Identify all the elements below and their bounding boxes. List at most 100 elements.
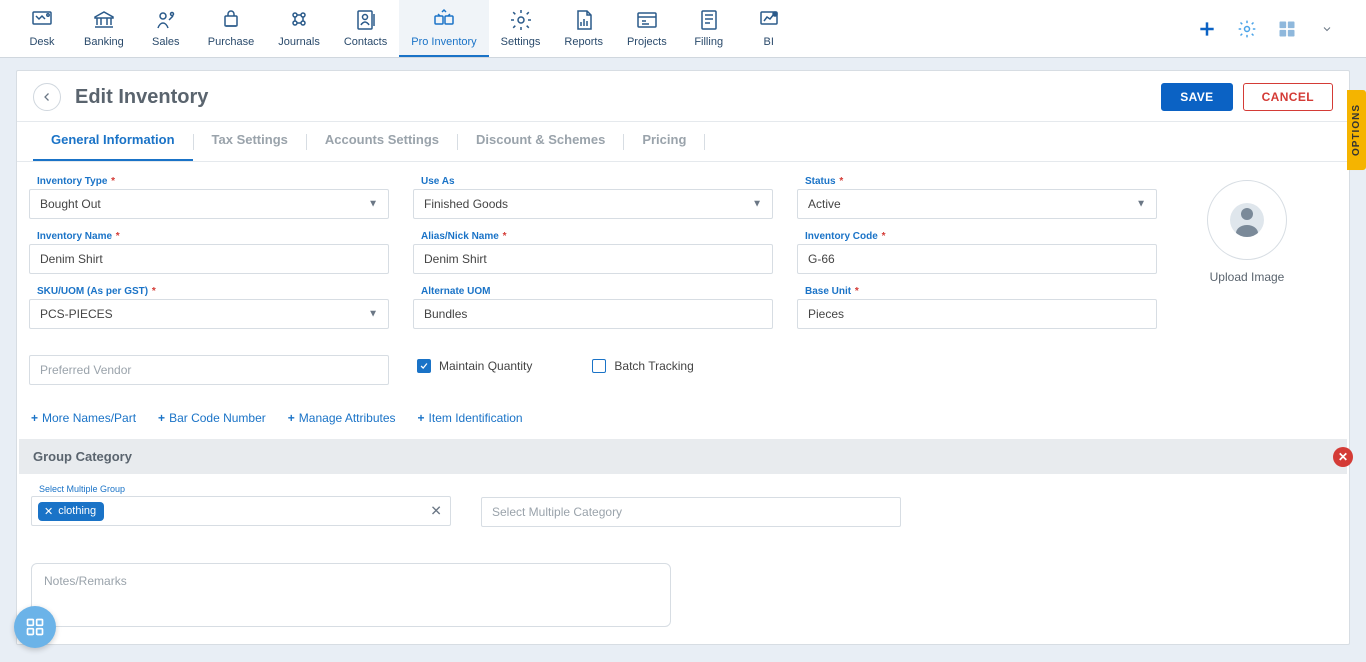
page-header: Edit Inventory SAVE CANCEL bbox=[17, 71, 1349, 122]
fab-apps-button[interactable] bbox=[14, 606, 56, 648]
link-barcode[interactable]: +Bar Code Number bbox=[158, 411, 266, 425]
base-unit-input[interactable] bbox=[808, 307, 1146, 321]
link-manage-attributes[interactable]: +Manage Attributes bbox=[288, 411, 396, 425]
nav-contacts[interactable]: Contacts bbox=[332, 0, 399, 57]
chip-remove-icon[interactable]: ✕ bbox=[44, 505, 53, 518]
tab-general-information[interactable]: General Information bbox=[33, 122, 193, 161]
chevron-down-icon: ▼ bbox=[1136, 199, 1146, 210]
plus-icon: + bbox=[418, 411, 425, 425]
maintain-quantity-checkbox[interactable]: Maintain Quantity bbox=[417, 359, 532, 373]
gear-icon[interactable] bbox=[1236, 18, 1258, 40]
status-select[interactable]: Active ▼ bbox=[797, 189, 1157, 219]
field-label: Alternate UOM bbox=[413, 286, 773, 297]
group-category-body: Select Multiple Group ✕ clothing ✕ Select… bbox=[17, 474, 1349, 549]
link-label: Item Identification bbox=[429, 411, 523, 425]
field-inventory-name: Inventory Name * bbox=[29, 231, 389, 274]
clear-icon[interactable]: ✕ bbox=[430, 503, 442, 520]
nav-label: Purchase bbox=[208, 36, 254, 48]
upload-image-button[interactable] bbox=[1207, 180, 1287, 260]
field-label: Inventory Name * bbox=[29, 231, 389, 242]
nav-bi[interactable]: BI bbox=[739, 0, 799, 57]
field-inventory-code: Inventory Code * bbox=[797, 231, 1157, 274]
chevron-down-icon: ▼ bbox=[368, 309, 378, 320]
nav-projects[interactable]: Projects bbox=[615, 0, 679, 57]
tab-tax-settings[interactable]: Tax Settings bbox=[194, 122, 306, 161]
checkbox-label: Batch Tracking bbox=[614, 359, 693, 373]
options-side-tab[interactable]: OPTIONS bbox=[1347, 90, 1366, 170]
field-sku: SKU/UOM (As per GST) * PCS-PIECES▼ bbox=[29, 286, 389, 329]
nav-settings[interactable]: Settings bbox=[489, 0, 553, 57]
nav-label: Reports bbox=[564, 36, 603, 48]
tab-discount-schemes[interactable]: Discount & Schemes bbox=[458, 122, 623, 161]
add-icon[interactable] bbox=[1196, 18, 1218, 40]
cancel-button[interactable]: CANCEL bbox=[1243, 83, 1333, 111]
nav-reports[interactable]: Reports bbox=[552, 0, 615, 57]
nav-desk[interactable]: Desk bbox=[12, 0, 72, 57]
alias-input[interactable] bbox=[424, 252, 762, 266]
select-value: Bought Out bbox=[40, 197, 101, 211]
notes-textarea[interactable] bbox=[31, 563, 671, 627]
select-value: Finished Goods bbox=[424, 197, 508, 211]
field-alt-uom: Alternate UOM bbox=[413, 286, 773, 329]
nav-label: BI bbox=[764, 36, 774, 48]
bank-icon bbox=[92, 8, 116, 32]
field-label: Select Multiple Group bbox=[31, 484, 451, 494]
field-use-as: Use As Finished Goods ▼ bbox=[413, 176, 773, 219]
sku-select[interactable]: PCS-PIECES▼ bbox=[29, 299, 389, 329]
nav-banking[interactable]: Banking bbox=[72, 0, 136, 57]
nav-items: Desk Banking Sales Purchase Journals Con… bbox=[12, 0, 799, 57]
nav-label: Pro Inventory bbox=[411, 36, 476, 48]
projects-icon bbox=[635, 8, 659, 32]
inventory-type-select[interactable]: Bought Out ▼ bbox=[29, 189, 389, 219]
field-status: Status * Active▼ bbox=[797, 176, 1157, 219]
alt-uom-input[interactable] bbox=[424, 307, 762, 321]
nav-label: Desk bbox=[29, 36, 54, 48]
contacts-icon bbox=[354, 8, 378, 32]
checkbox-icon bbox=[592, 359, 606, 373]
inventory-icon bbox=[432, 8, 456, 32]
top-navigation: Desk Banking Sales Purchase Journals Con… bbox=[0, 0, 1366, 58]
field-inventory-type: Inventory Type * Bought Out▼ bbox=[29, 176, 389, 219]
back-button[interactable] bbox=[33, 83, 61, 111]
use-as-select[interactable]: Finished Goods ▼ bbox=[413, 189, 773, 219]
chevron-down-icon: ▼ bbox=[752, 199, 762, 210]
settings-icon bbox=[509, 8, 533, 32]
inventory-name-input[interactable] bbox=[40, 252, 378, 266]
link-label: Bar Code Number bbox=[169, 411, 266, 425]
chevron-down-icon[interactable] bbox=[1316, 18, 1338, 40]
link-more-names[interactable]: +More Names/Part bbox=[31, 411, 136, 425]
preferred-vendor-input[interactable] bbox=[40, 363, 378, 377]
nav-pro-inventory[interactable]: Pro Inventory bbox=[399, 0, 488, 57]
form-tabs: General Information Tax Settings Account… bbox=[17, 122, 1349, 162]
tab-pricing[interactable]: Pricing bbox=[624, 122, 704, 161]
link-item-identification[interactable]: + Item Identification bbox=[418, 411, 523, 425]
inventory-code-input[interactable] bbox=[808, 252, 1146, 266]
nav-label: Journals bbox=[278, 36, 320, 48]
field-label: Use As bbox=[413, 176, 773, 187]
nav-filling[interactable]: Filling bbox=[679, 0, 739, 57]
close-group-button[interactable]: ✕ bbox=[1333, 447, 1353, 467]
field-preferred-vendor bbox=[29, 341, 389, 385]
nav-label: Filling bbox=[694, 36, 723, 48]
multiple-category-select[interactable]: Select Multiple Category bbox=[481, 497, 901, 527]
checkbox-row: Maintain Quantity Batch Tracking bbox=[413, 341, 1157, 385]
multiple-group-select[interactable]: ✕ clothing ✕ bbox=[31, 496, 451, 526]
nav-purchase[interactable]: Purchase bbox=[196, 0, 266, 57]
chip-label: clothing bbox=[58, 505, 96, 517]
select-value: Active bbox=[808, 197, 841, 211]
upload-image-area: Upload Image bbox=[1157, 176, 1337, 385]
additional-links: +More Names/Part +Bar Code Number +Manag… bbox=[17, 407, 1349, 439]
notes-area bbox=[17, 549, 1349, 644]
purchase-icon bbox=[219, 8, 243, 32]
nav-journals[interactable]: Journals bbox=[266, 0, 332, 57]
checkbox-icon bbox=[417, 359, 431, 373]
batch-tracking-checkbox[interactable]: Batch Tracking bbox=[592, 359, 693, 373]
save-button[interactable]: SAVE bbox=[1161, 83, 1232, 111]
nav-sales[interactable]: Sales bbox=[136, 0, 196, 57]
placeholder-text: Select Multiple Category bbox=[488, 505, 622, 519]
edit-inventory-card: Edit Inventory SAVE CANCEL General Infor… bbox=[16, 70, 1350, 645]
journals-icon bbox=[287, 8, 311, 32]
tab-accounts-settings[interactable]: Accounts Settings bbox=[307, 122, 457, 161]
chevron-down-icon: ▼ bbox=[368, 199, 378, 210]
apps-icon[interactable] bbox=[1276, 18, 1298, 40]
